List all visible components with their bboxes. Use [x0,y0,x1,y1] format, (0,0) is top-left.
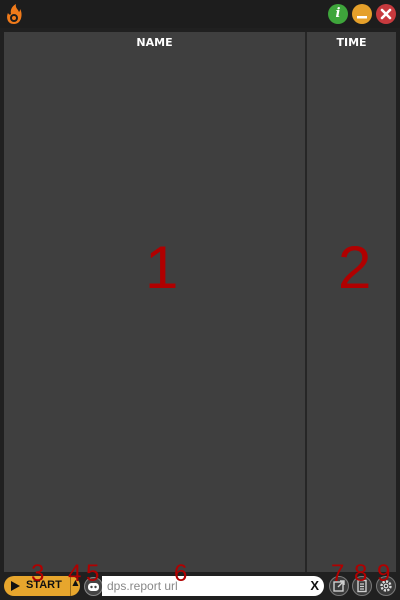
clear-url-button[interactable]: X [310,578,319,594]
annotation-label-3: 3 [31,560,45,587]
info-button[interactable]: i [328,4,348,24]
dps-report-url-field: X [102,576,324,596]
close-button[interactable] [376,4,396,24]
annotation-label-7: 7 [331,560,345,587]
annotation-label-6: 6 [174,560,188,587]
time-column-header[interactable]: TIME [307,32,396,54]
annotation-label-9: 9 [377,560,391,587]
minimize-button[interactable] [352,4,372,24]
name-column-panel[interactable]: NAME [4,32,305,572]
close-icon [380,8,392,20]
annotation-label-1: 1 [145,234,179,301]
flame-logo-icon [7,4,22,24]
minimize-icon [357,16,367,19]
annotation-label-8: 8 [354,560,368,587]
annotation-label-4: 4 [68,560,82,587]
url-input[interactable] [107,578,297,594]
annotation-label-5: 5 [86,560,100,587]
time-column-panel[interactable]: TIME [307,32,396,572]
play-icon [11,581,20,591]
name-column-header[interactable]: NAME [4,32,305,54]
annotation-label-2: 2 [338,234,372,301]
